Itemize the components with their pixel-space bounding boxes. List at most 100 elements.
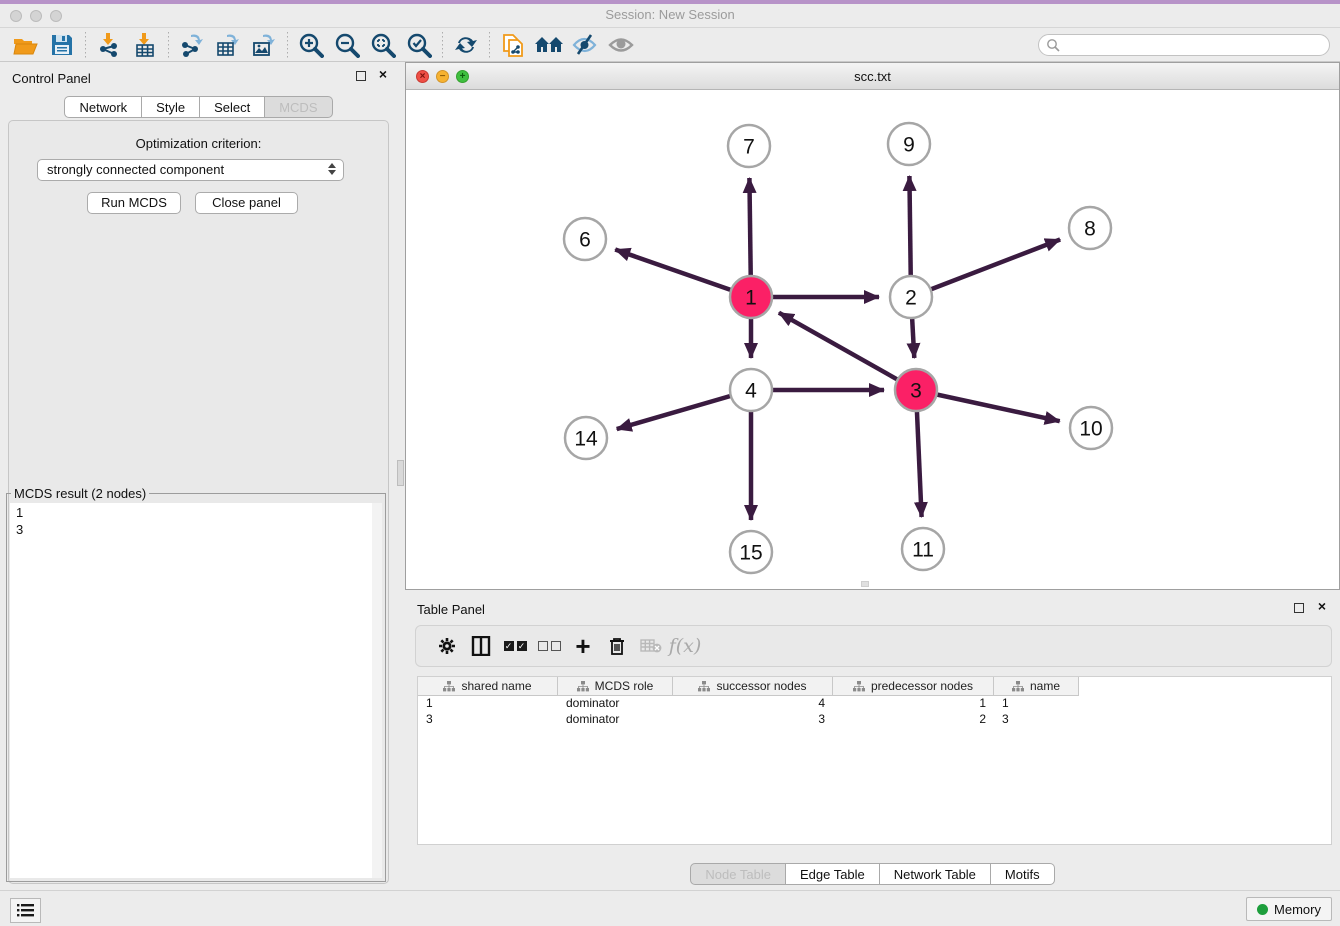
table-settings-gear-icon[interactable] xyxy=(430,631,464,661)
selected-option: strongly connected component xyxy=(47,162,224,177)
save-session-icon[interactable] xyxy=(44,30,80,60)
zoom-out-icon[interactable] xyxy=(329,30,365,60)
control-panel-title: Control Panel xyxy=(12,71,91,86)
export-network-icon[interactable] xyxy=(174,30,210,60)
status-bar: Memory xyxy=(0,890,1340,926)
table-header-row: shared nameMCDS rolesuccessor nodesprede… xyxy=(418,677,1331,696)
show-columns-icon[interactable] xyxy=(464,631,498,661)
hide-selected-icon[interactable] xyxy=(567,30,603,60)
toolbar-separator xyxy=(85,32,86,58)
search-field[interactable] xyxy=(1038,34,1330,56)
network-view-window: × − + scc.txt 7968124314101511 xyxy=(405,62,1340,590)
attribute-type-icon xyxy=(698,681,710,692)
add-column-icon[interactable]: + xyxy=(566,631,600,661)
list-icon xyxy=(17,903,34,918)
resize-grip[interactable] xyxy=(861,581,869,587)
first-neighbors-icon[interactable] xyxy=(531,30,567,60)
tab-network-table[interactable]: Network Table xyxy=(880,863,991,885)
tab-node-table[interactable]: Node Table xyxy=(690,863,786,885)
tab-network[interactable]: Network xyxy=(64,96,142,118)
column-header-shared-name[interactable]: shared name xyxy=(418,677,558,696)
node-label-7: 7 xyxy=(743,135,755,158)
attribute-type-icon xyxy=(577,681,589,692)
delete-column-trash-icon[interactable] xyxy=(600,631,634,661)
control-panel-header: Control Panel × xyxy=(0,62,397,92)
table-cell[interactable]: 3 xyxy=(673,712,833,728)
tab-select[interactable]: Select xyxy=(200,96,265,118)
attribute-type-icon xyxy=(443,681,455,692)
function-builder-icon: f(x) xyxy=(668,631,702,661)
mcds-result-area[interactable]: 1 3 xyxy=(10,503,382,878)
tab-edge-table[interactable]: Edge Table xyxy=(786,863,880,885)
node-label-14: 14 xyxy=(574,427,598,450)
deselect-all-icon[interactable] xyxy=(532,631,566,661)
toolbar-separator xyxy=(168,32,169,58)
task-history-button[interactable] xyxy=(10,898,41,923)
node-label-4: 4 xyxy=(745,379,757,402)
tab-motifs[interactable]: Motifs xyxy=(991,863,1055,885)
node-label-8: 8 xyxy=(1084,217,1096,240)
select-all-icon[interactable]: ✓✓ xyxy=(498,631,532,661)
export-table-icon[interactable] xyxy=(210,30,246,60)
zoom-in-icon[interactable] xyxy=(293,30,329,60)
edge-2-8[interactable] xyxy=(911,240,1060,297)
main-toolbar xyxy=(0,28,1340,62)
run-mcds-button[interactable]: Run MCDS xyxy=(87,192,181,214)
close-panel-button[interactable]: Close panel xyxy=(195,192,298,214)
titlebar: Session: New Session xyxy=(0,4,1340,28)
table-cell[interactable]: dominator xyxy=(558,712,673,728)
node-table[interactable]: shared nameMCDS rolesuccessor nodesprede… xyxy=(417,676,1332,845)
search-icon xyxy=(1046,38,1060,52)
result-scrollbar[interactable] xyxy=(372,503,382,878)
table-cell[interactable]: 3 xyxy=(994,712,1079,728)
search-input[interactable] xyxy=(1060,36,1329,54)
edge-3-1[interactable] xyxy=(779,313,916,390)
table-row[interactable]: 1dominator411 xyxy=(418,696,1331,712)
application-window: Session: New Session xyxy=(0,0,1340,926)
table-row[interactable]: 3dominator323 xyxy=(418,712,1331,728)
open-folder-icon[interactable] xyxy=(8,30,44,60)
select-stepper-icon xyxy=(328,163,336,175)
network-canvas[interactable]: 7968124314101511 xyxy=(406,90,1339,589)
splitter-handle[interactable] xyxy=(397,460,404,486)
close-icon[interactable]: × xyxy=(1318,598,1326,614)
mcds-result-text: 1 3 xyxy=(10,503,372,878)
table-cell[interactable]: 3 xyxy=(418,712,558,728)
column-header-MCDS-role[interactable]: MCDS role xyxy=(558,677,673,696)
node-label-9: 9 xyxy=(903,133,915,156)
export-image-icon[interactable] xyxy=(246,30,282,60)
toolbar-separator xyxy=(287,32,288,58)
node-label-11: 11 xyxy=(912,538,934,561)
tab-mcds[interactable]: MCDS xyxy=(265,96,332,118)
column-header-predecessor-nodes[interactable]: predecessor nodes xyxy=(833,677,994,696)
tab-style[interactable]: Style xyxy=(142,96,200,118)
zoom-fit-icon[interactable] xyxy=(365,30,401,60)
column-header-name[interactable]: name xyxy=(994,677,1079,696)
node-label-15: 15 xyxy=(739,541,762,564)
network-window-titlebar[interactable]: × − + scc.txt xyxy=(406,63,1339,90)
show-all-icon[interactable] xyxy=(603,30,639,60)
optimization-criterion-label: Optimization criterion: xyxy=(0,136,397,151)
toolbar-separator xyxy=(489,32,490,58)
node-label-6: 6 xyxy=(579,228,591,251)
close-icon[interactable]: × xyxy=(379,66,387,82)
float-panel-icon[interactable] xyxy=(356,71,366,81)
table-cell[interactable]: 1 xyxy=(418,696,558,712)
import-table-icon[interactable] xyxy=(127,30,163,60)
column-header-successor-nodes[interactable]: successor nodes xyxy=(673,677,833,696)
memory-button[interactable]: Memory xyxy=(1246,897,1332,921)
optimization-criterion-select[interactable]: strongly connected component xyxy=(37,159,344,181)
table-toolbar: ✓✓ + f(x) xyxy=(415,625,1332,667)
float-panel-icon[interactable] xyxy=(1294,603,1304,613)
apply-layout-icon[interactable] xyxy=(448,30,484,60)
table-cell[interactable]: 4 xyxy=(673,696,833,712)
table-cell[interactable]: 2 xyxy=(833,712,994,728)
table-cell[interactable]: 1 xyxy=(994,696,1079,712)
import-network-icon[interactable] xyxy=(91,30,127,60)
table-cell[interactable]: 1 xyxy=(833,696,994,712)
duplicate-network-icon[interactable] xyxy=(495,30,531,60)
zoom-selected-icon[interactable] xyxy=(401,30,437,60)
table-cell[interactable]: dominator xyxy=(558,696,673,712)
table-panel: Table Panel × ✓✓ + f(x) xyxy=(405,595,1340,890)
node-label-3: 3 xyxy=(910,379,922,402)
